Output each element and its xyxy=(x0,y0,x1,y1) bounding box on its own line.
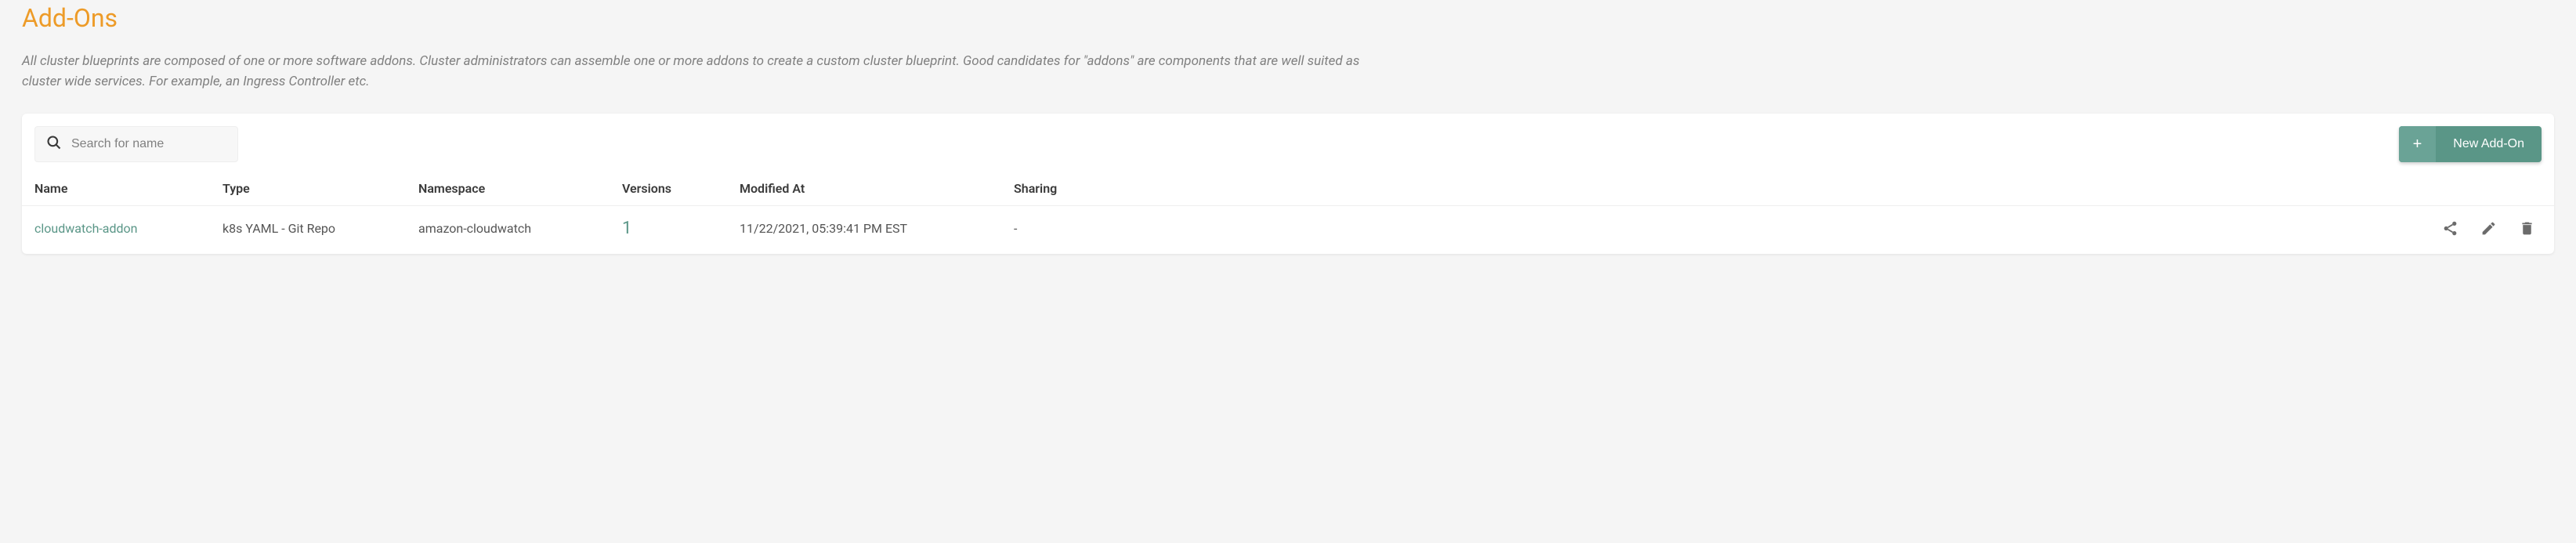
addons-card: + New Add-On Name Type Namespace Version… xyxy=(22,114,2554,254)
column-header-name: Name xyxy=(34,181,223,196)
table-row: cloudwatch-addon k8s YAML - Git Repo ama… xyxy=(22,205,2554,254)
search-box[interactable] xyxy=(34,126,238,162)
addon-versions: 1 xyxy=(622,219,631,238)
page-description: All cluster blueprints are composed of o… xyxy=(22,52,1385,92)
addon-name-link[interactable]: cloudwatch-addon xyxy=(34,221,138,236)
addons-table: Name Type Namespace Versions Modified At… xyxy=(22,172,2554,254)
column-header-type: Type xyxy=(223,181,418,196)
new-addon-button[interactable]: + New Add-On xyxy=(2399,126,2542,162)
plus-icon: + xyxy=(2399,126,2437,162)
addon-type: k8s YAML - Git Repo xyxy=(223,221,418,236)
column-header-sharing: Sharing xyxy=(1014,181,2408,196)
edit-icon[interactable] xyxy=(2480,220,2497,237)
column-header-modified: Modified At xyxy=(740,181,1014,196)
column-header-namespace: Namespace xyxy=(418,181,622,196)
addon-modified-at: 11/22/2021, 05:39:41 PM EST xyxy=(740,221,1014,236)
addon-namespace: amazon-cloudwatch xyxy=(418,221,622,236)
addon-sharing: - xyxy=(1014,221,2408,236)
column-header-versions: Versions xyxy=(622,181,740,196)
share-icon[interactable] xyxy=(2442,220,2458,237)
new-addon-button-label: New Add-On xyxy=(2436,126,2542,162)
delete-icon[interactable] xyxy=(2519,220,2535,237)
search-input[interactable] xyxy=(71,137,226,151)
search-icon xyxy=(46,135,71,154)
page-title: Add-Ons xyxy=(22,0,2554,33)
toolbar: + New Add-On xyxy=(22,114,2554,172)
table-header: Name Type Namespace Versions Modified At… xyxy=(22,172,2554,205)
